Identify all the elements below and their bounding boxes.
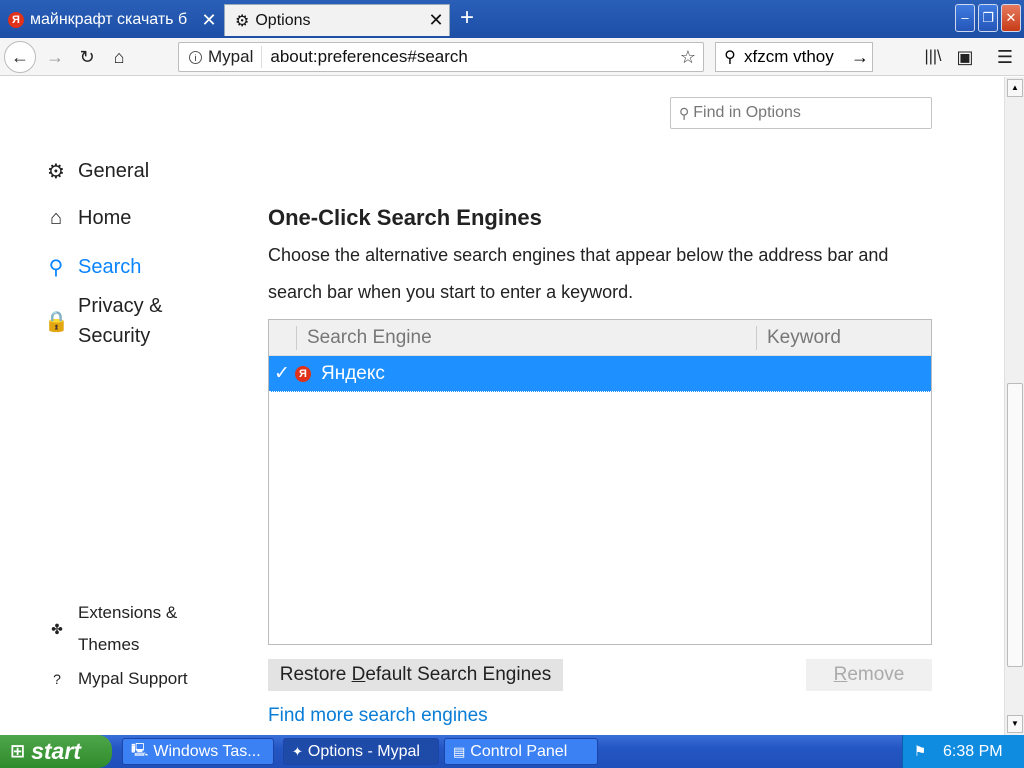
search-icon: ⚲ [48, 257, 64, 279]
restore-accel-key: D [351, 664, 366, 685]
system-tray: ⚑ 6:38 PM [902, 735, 1024, 768]
yandex-icon: Я [8, 12, 24, 28]
gear-icon: ⚙ [235, 12, 250, 30]
forward-button[interactable]: → [40, 42, 70, 72]
reload-button[interactable]: ↻ [72, 42, 102, 72]
column-keyword[interactable]: Keyword [757, 326, 841, 350]
section-description: Choose the alternative search engines th… [268, 245, 889, 302]
monitor-icon: 🖳 [131, 741, 149, 757]
back-button[interactable]: ← [4, 41, 36, 73]
network-icon[interactable]: ⚑ [903, 743, 937, 760]
preferences-page: ⚲ Find in Options ⚙ General ⌂ Home ⚲ Sea… [0, 77, 1004, 735]
category-general[interactable]: ⚙ General [44, 159, 149, 184]
restore-label-part: Restore [279, 664, 352, 685]
tab-label: Options [255, 11, 311, 29]
url-input[interactable]: about:preferences#search [262, 47, 673, 67]
library-icon: |||\ [924, 48, 942, 65]
search-icon: ⚲ [679, 104, 690, 121]
menu-button[interactable]: ☰ [990, 42, 1020, 72]
support-link[interactable]: ? Mypal Support [46, 669, 188, 689]
yandex-icon: Я [295, 365, 311, 382]
scroll-thumb[interactable] [1007, 383, 1023, 667]
taskbar: ⊞ start 🖳 Windows Tas... ✦ Options - Myp… [0, 735, 1024, 768]
search-input[interactable]: xfzcm vthoy [744, 47, 848, 67]
arrow-left-icon: ← [11, 47, 29, 67]
bookmark-star-icon[interactable]: ☆ [673, 47, 703, 68]
search-icon: ⚲ [724, 49, 736, 66]
task-label: Windows Tas... [153, 742, 261, 760]
restore-label-part: efault Search Engines [365, 664, 552, 685]
tab-minecraft[interactable]: Я майнкрафт скачать б ✕ [0, 4, 222, 36]
find-more-engines-link[interactable]: Find more search engines [268, 705, 488, 727]
site-identity[interactable]: i Mypal [179, 46, 263, 68]
category-label: General [78, 160, 150, 182]
tab-options[interactable]: ⚙ Options ✕ [224, 4, 450, 36]
home-icon: ⌂ [49, 207, 63, 229]
table-row[interactable]: ✓ Я Яндекс [269, 356, 931, 392]
task-windows-task-manager[interactable]: 🖳 Windows Tas... [122, 738, 274, 765]
tab-strip: Я майнкрафт скачать б ✕ ⚙ Options ✕ + – … [0, 0, 1024, 38]
category-search[interactable]: ⚲ Search [44, 255, 142, 280]
restore-defaults-button[interactable]: Restore Default Search Engines [268, 659, 563, 691]
nav-toolbar: ← → ↻ ⌂ i Mypal about:preferences#search… [0, 38, 1024, 76]
arrow-right-icon: → [46, 47, 64, 67]
footer-label: Mypal Support [78, 669, 188, 688]
home-icon: ⌂ [113, 47, 125, 67]
close-tab-icon[interactable]: ✕ [196, 10, 222, 31]
engine-checkbox[interactable]: ✓ [269, 362, 295, 385]
remove-label-part: emove [847, 664, 905, 685]
category-label: Search [78, 256, 142, 278]
remove-button[interactable]: Remove [806, 659, 932, 691]
maximize-button[interactable]: ❐ [978, 4, 998, 32]
scroll-down-icon[interactable]: ▼ [1007, 715, 1023, 733]
vertical-scrollbar[interactable]: ▲ ▼ [1004, 77, 1024, 735]
task-options-mypal[interactable]: ✦ Options - Mypal [283, 738, 439, 765]
footer-label: Extensions & Themes [78, 603, 178, 654]
start-label: start [31, 738, 81, 764]
category-privacy-security[interactable]: 🔒 Privacy & Security [44, 291, 188, 351]
extensions-themes-link[interactable]: ✤ Extensions & Themes [46, 597, 198, 661]
start-button[interactable]: ⊞ start [0, 735, 112, 768]
hamburger-icon: ☰ [996, 47, 1014, 67]
search-bar[interactable]: ⚲ xfzcm vthoy → [715, 42, 873, 72]
find-in-options-input[interactable]: ⚲ Find in Options [670, 97, 932, 129]
tab-label: майнкрафт скачать б [30, 11, 188, 28]
new-tab-button[interactable]: + [454, 4, 480, 34]
search-engine-table[interactable]: Search Engine Keyword ✓ Я Яндекс [268, 319, 932, 645]
help-icon: ? [53, 671, 61, 687]
category-home[interactable]: ⌂ Home [44, 207, 131, 230]
url-bar[interactable]: i Mypal about:preferences#search ☆ [178, 42, 704, 72]
category-label: Home [78, 207, 132, 229]
sidebar-icon: ▣ [956, 47, 974, 67]
engine-name: Яндекс [321, 362, 385, 384]
task-label: Options - Mypal [307, 742, 420, 760]
gear-icon: ⚙ [47, 161, 65, 183]
minimize-button[interactable]: – [955, 4, 975, 32]
clock[interactable]: 6:38 PM [943, 743, 1003, 761]
find-placeholder: Find in Options [693, 104, 801, 121]
library-button[interactable]: |||\ [918, 42, 948, 72]
identity-label: Mypal [208, 47, 254, 66]
section-heading: One-Click Search Engines [268, 205, 542, 230]
close-tab-icon[interactable]: ✕ [423, 10, 449, 31]
table-header: Search Engine Keyword [269, 320, 931, 356]
puzzle-icon: ✤ [51, 620, 63, 637]
home-button[interactable]: ⌂ [104, 42, 134, 72]
sidebar-button[interactable]: ▣ [950, 42, 980, 72]
mypal-icon: ✦ [292, 743, 303, 759]
close-window-button[interactable]: ✕ [1001, 4, 1021, 32]
scroll-up-icon[interactable]: ▲ [1007, 79, 1023, 97]
task-label: Control Panel [470, 742, 568, 760]
windows-logo-icon: ⊞ [10, 741, 26, 761]
column-search-engine[interactable]: Search Engine [297, 325, 757, 350]
category-label: Privacy & Security [78, 295, 163, 347]
info-icon: i [189, 50, 202, 64]
task-control-panel[interactable]: ▤ Control Panel [444, 738, 598, 765]
remove-accel-key: R [833, 664, 848, 685]
control-panel-icon: ▤ [453, 743, 466, 759]
go-arrow-icon[interactable]: → [848, 47, 872, 68]
reload-icon: ↻ [79, 47, 95, 67]
column-check [269, 325, 297, 350]
lock-icon: 🔒 [44, 310, 69, 333]
